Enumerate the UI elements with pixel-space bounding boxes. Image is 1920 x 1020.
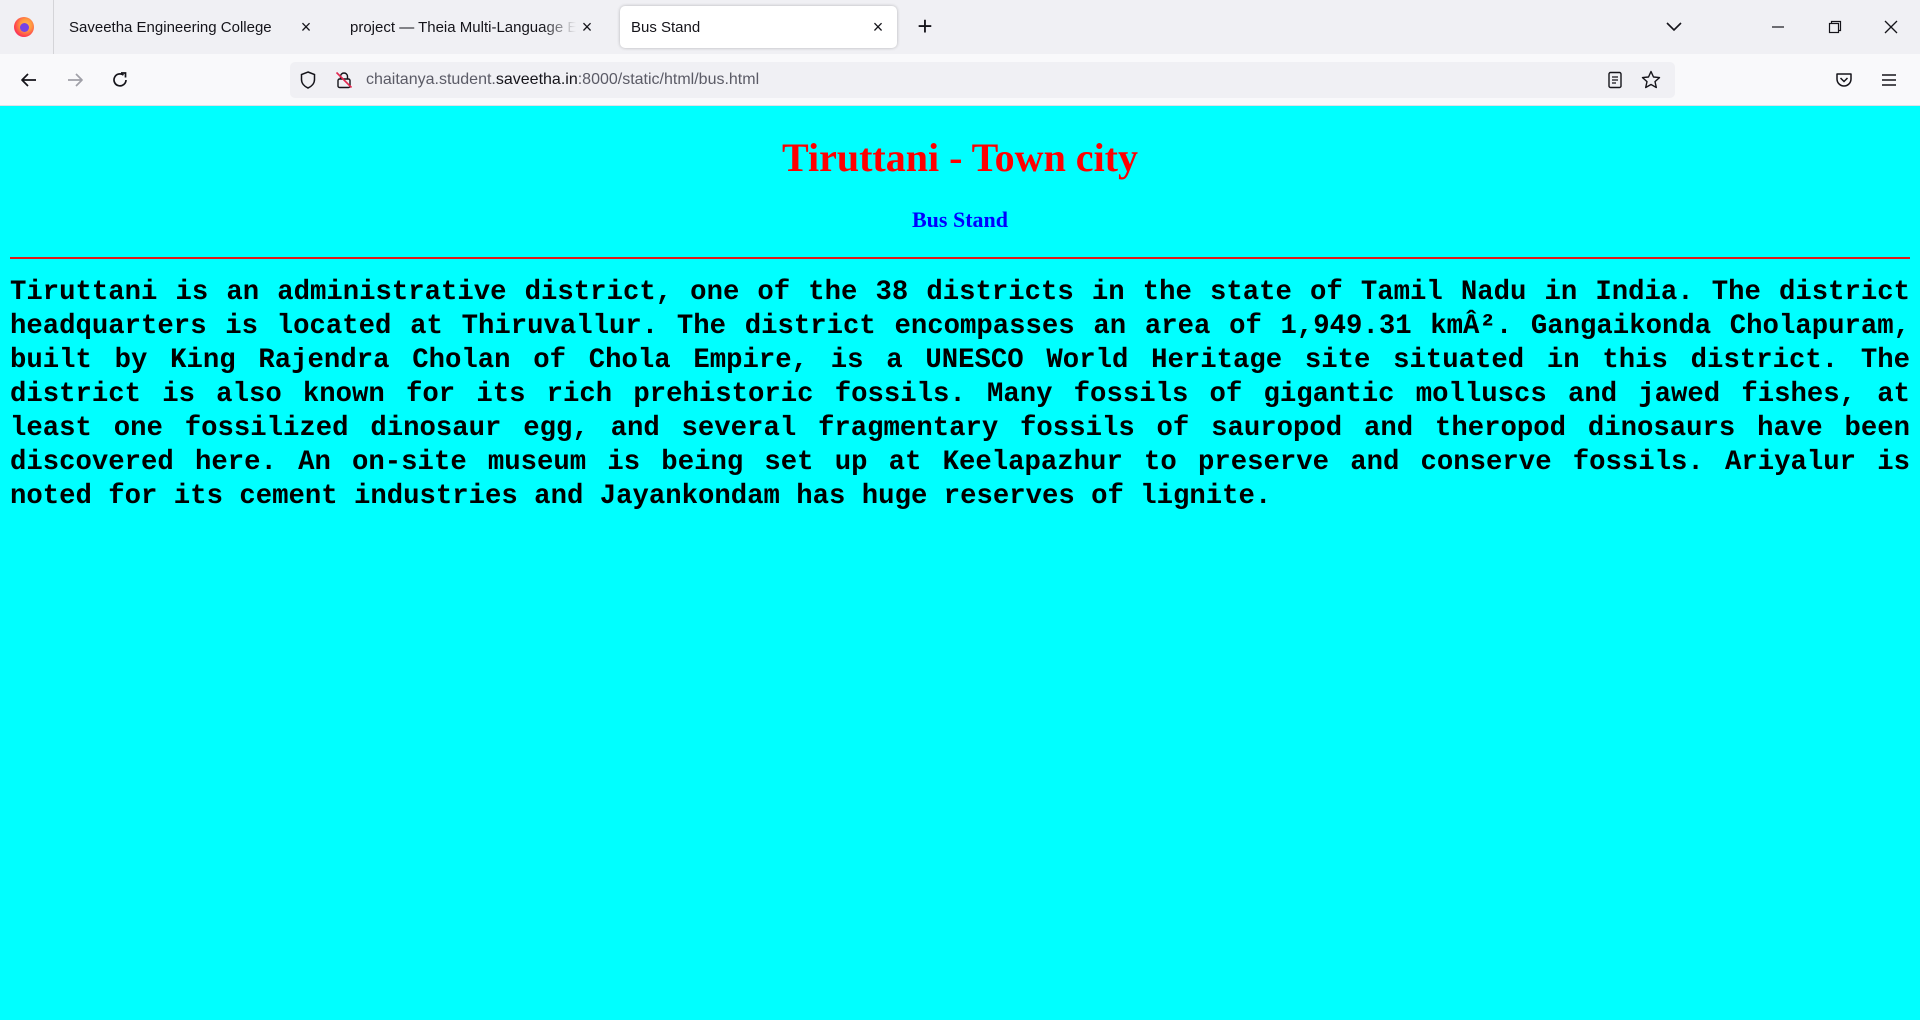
forward-arrow-icon[interactable] [60,65,90,95]
url-prefix: chaitanya.student. [366,71,496,88]
navigation-toolbar: chaitanya.student.saveetha.in:8000/stati… [0,54,1920,106]
url-suffix: :8000/static/html/bus.html [577,71,760,88]
url-domain: saveetha.in [495,71,578,88]
close-window-icon[interactable] [1868,10,1914,44]
tab-title: Saveetha Engineering College [69,18,272,36]
reload-icon[interactable] [105,65,135,95]
new-tab-plus-icon[interactable]: + [912,13,938,40]
url-bar[interactable]: chaitanya.student.saveetha.in:8000/stati… [290,62,1675,98]
page-subtitle: Bus Stand [911,207,1008,232]
restore-window-icon[interactable] [1812,10,1858,44]
insecure-connection-lock-icon[interactable] [334,70,354,90]
tab-title: project — Theia Multi-Language Explorer [350,18,576,36]
tab-saveetha[interactable]: Saveetha Engineering College × [55,6,325,48]
back-arrow-icon[interactable] [14,65,44,95]
tab-title: Bus Stand [631,18,701,36]
close-tab-icon[interactable]: × [867,16,889,38]
close-tab-icon[interactable]: × [576,16,598,38]
tracking-protection-shield-icon[interactable] [298,70,318,90]
url-text[interactable]: chaitanya.student.saveetha.in:8000/stati… [366,71,759,89]
tab-theia-project[interactable]: project — Theia Multi-Language Explorer … [336,6,606,48]
web-page-content: Tiruttani - Town city Bus Stand Tiruttan… [0,106,1920,1020]
pocket-icon[interactable] [1829,65,1859,95]
minimize-window-icon[interactable] [1755,10,1801,44]
bookmark-star-icon[interactable] [1640,69,1662,91]
close-tab-icon[interactable]: × [295,16,317,38]
tab-separator [53,0,54,54]
tab-bus-stand[interactable]: Bus Stand × [620,6,897,48]
page-title: Tiruttani - Town city [782,135,1138,180]
list-all-tabs-chevron-down-icon[interactable] [1660,14,1688,40]
firefox-logo-icon[interactable] [14,17,34,37]
district-description-paragraph: Tiruttani is an administrative district,… [10,277,1910,512]
hamburger-menu-icon[interactable] [1874,65,1904,95]
reader-view-icon[interactable] [1605,70,1625,90]
horizontal-rule [10,257,1910,259]
tab-strip: Saveetha Engineering College × project —… [0,0,1920,54]
